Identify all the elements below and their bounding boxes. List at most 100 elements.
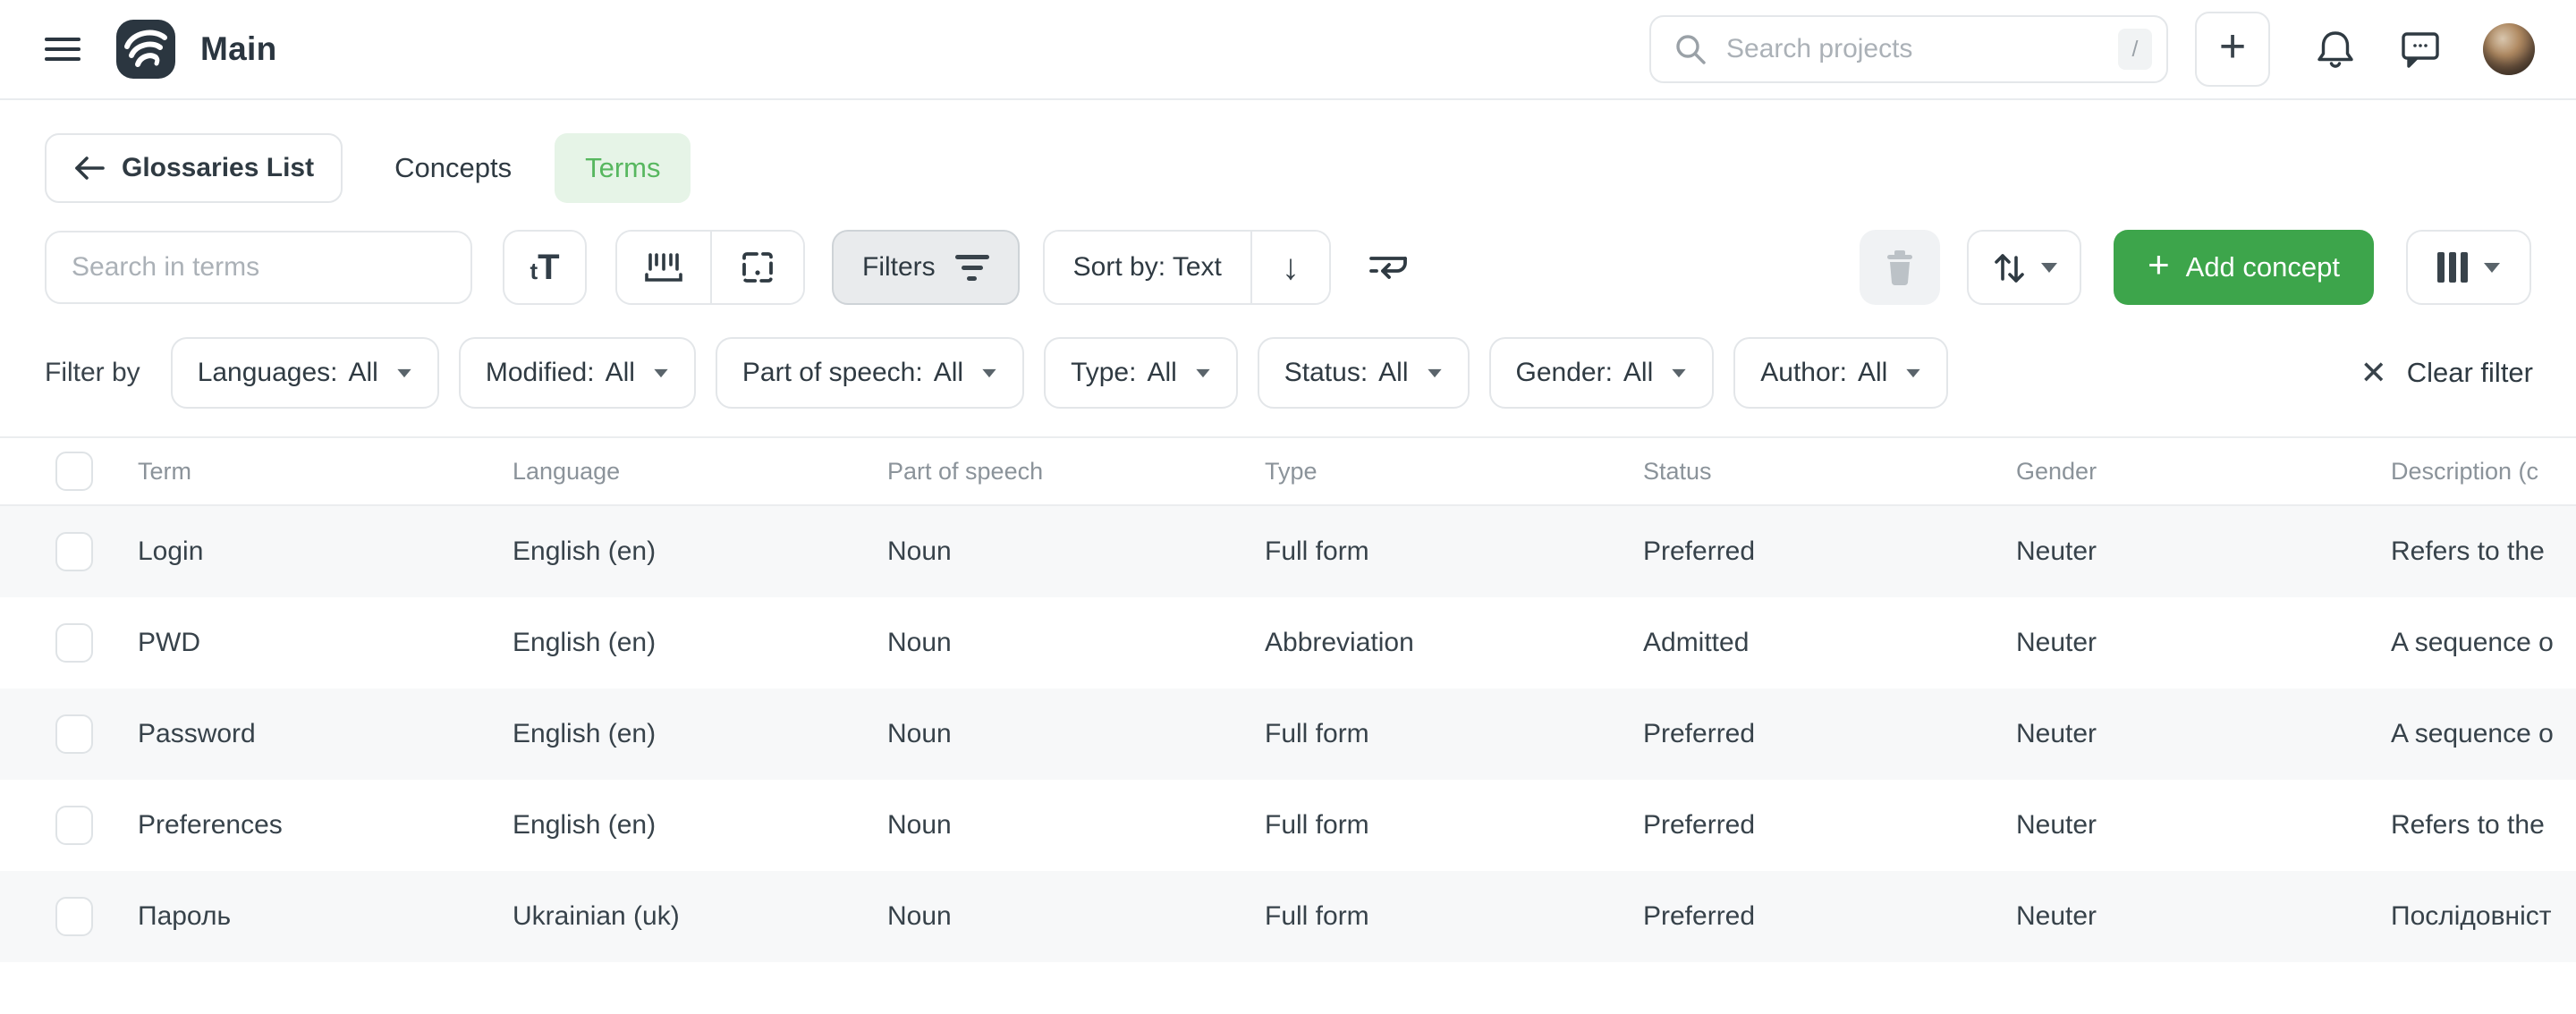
filter-modified[interactable]: Modified: All: [459, 337, 696, 409]
column-header-language[interactable]: Language: [513, 458, 887, 486]
glossary-tabs: Glossaries List Concepts Terms: [45, 132, 2576, 204]
cell-type: Full form: [1265, 537, 1643, 567]
chevron-down-icon: [654, 368, 667, 376]
filter-funnel-icon: [955, 255, 989, 281]
row-checkbox[interactable]: [55, 623, 93, 663]
cell-status: Preferred: [1643, 537, 2016, 567]
cell-part-of-speech: Noun: [887, 537, 1265, 567]
column-header-term[interactable]: Term: [138, 458, 513, 486]
chat-bubble-icon: [2399, 28, 2442, 71]
cell-gender: Neuter: [2016, 628, 2391, 658]
sort-direction-button[interactable]: ↓: [1250, 232, 1329, 303]
filters-button[interactable]: Filters: [832, 230, 1020, 305]
chevron-down-icon: [1196, 368, 1209, 376]
notifications-button[interactable]: [2315, 28, 2356, 71]
add-concept-button[interactable]: + Add concept: [2114, 230, 2374, 305]
row-checkbox[interactable]: [55, 532, 93, 571]
project-search[interactable]: /: [1649, 15, 2168, 83]
table-row[interactable]: Login English (en) Noun Full form Prefer…: [0, 506, 2576, 597]
filter-name: Type:: [1071, 358, 1136, 388]
filter-value: All: [349, 358, 378, 388]
delete-button-disabled[interactable]: [1860, 230, 1940, 305]
filter-author[interactable]: Author: All: [1733, 337, 1948, 409]
column-header-status[interactable]: Status: [1643, 458, 2016, 486]
filter-value: All: [1623, 358, 1653, 388]
terms-search-input[interactable]: [45, 231, 472, 304]
terms-table: Term Language Part of speech Type Status…: [0, 436, 2576, 962]
column-header-description[interactable]: Description (c: [2391, 458, 2576, 486]
column-header-part-of-speech[interactable]: Part of speech: [887, 458, 1265, 486]
table-row[interactable]: PWD English (en) Noun Abbreviation Admit…: [0, 597, 2576, 689]
chevron-down-icon: [2484, 263, 2500, 273]
filter-part-of-speech[interactable]: Part of speech: All: [716, 337, 1024, 409]
table-row[interactable]: Preferences English (en) Noun Full form …: [0, 780, 2576, 871]
clear-filter-button[interactable]: ✕ Clear filter: [2360, 357, 2533, 389]
messages-button[interactable]: [2399, 28, 2442, 71]
column-header-gender[interactable]: Gender: [2016, 458, 2391, 486]
cell-language: English (en): [513, 628, 887, 658]
table-header-row: Term Language Part of speech Type Status…: [0, 438, 2576, 506]
cell-status: Admitted: [1643, 628, 2016, 658]
plus-icon: +: [2148, 265, 2170, 270]
user-avatar[interactable]: [2483, 23, 2535, 75]
keyboard-shortcut-badge: /: [2118, 29, 2152, 70]
cell-gender: Neuter: [2016, 901, 2391, 932]
trash-icon: [1882, 248, 1918, 287]
chevron-down-icon: [397, 368, 411, 376]
search-icon: [1673, 31, 1708, 67]
select-all-checkbox[interactable]: [55, 452, 93, 491]
table-row[interactable]: Пароль Ukrainian (uk) Noun Full form Pre…: [0, 871, 2576, 962]
filter-by-label: Filter by: [45, 358, 140, 388]
arrow-down-icon: ↓: [1282, 248, 1300, 288]
match-case-button[interactable]: tT: [503, 230, 587, 305]
filter-gender[interactable]: Gender: All: [1489, 337, 1715, 409]
cell-description: Refers to the: [2391, 537, 2576, 567]
selection-frame-icon: [738, 248, 777, 287]
chevron-down-icon: [1907, 368, 1920, 376]
cell-term: Password: [138, 719, 513, 749]
cell-part-of-speech: Noun: [887, 628, 1265, 658]
table-row[interactable]: Password English (en) Noun Full form Pre…: [0, 689, 2576, 780]
cell-part-of-speech: Noun: [887, 901, 1265, 932]
chevron-down-icon: [1428, 368, 1441, 376]
filter-bar: Filter by Languages: All Modified: All P…: [45, 336, 2533, 410]
app-logo-icon[interactable]: [116, 20, 175, 79]
columns-settings-button[interactable]: [2406, 230, 2531, 305]
hamburger-menu-icon[interactable]: [45, 36, 80, 63]
wrap-text-button[interactable]: [1367, 249, 1410, 285]
filter-type[interactable]: Type: All: [1044, 337, 1238, 409]
sort-by-button[interactable]: Sort by: Text: [1045, 232, 1250, 303]
tab-concepts[interactable]: Concepts: [394, 152, 512, 184]
filter-value: All: [606, 358, 635, 388]
tab-terms[interactable]: Terms: [555, 133, 691, 203]
filter-name: Status:: [1284, 358, 1368, 388]
import-export-button[interactable]: [1967, 230, 2081, 305]
column-header-type[interactable]: Type: [1265, 458, 1643, 486]
columns-icon: [2437, 252, 2468, 283]
row-checkbox[interactable]: [55, 897, 93, 936]
filter-languages[interactable]: Languages: All: [171, 337, 439, 409]
add-concept-label: Add concept: [2186, 251, 2340, 283]
back-button-label: Glossaries List: [122, 153, 314, 183]
top-bar: Main / +: [0, 0, 2576, 100]
back-to-glossaries-button[interactable]: Glossaries List: [45, 133, 343, 203]
whole-phrase-button[interactable]: [617, 232, 710, 303]
filter-status[interactable]: Status: All: [1258, 337, 1470, 409]
filter-name: Author:: [1760, 358, 1847, 388]
project-search-input[interactable]: [1726, 34, 2118, 64]
filter-value: All: [1378, 358, 1408, 388]
filter-name: Gender:: [1516, 358, 1613, 388]
row-checkbox[interactable]: [55, 714, 93, 754]
cell-gender: Neuter: [2016, 719, 2391, 749]
cell-status: Preferred: [1643, 810, 2016, 841]
exact-match-button[interactable]: [710, 232, 803, 303]
cell-description: Refers to the: [2391, 810, 2576, 841]
row-checkbox[interactable]: [55, 806, 93, 845]
cell-gender: Neuter: [2016, 810, 2391, 841]
back-arrow-icon: [73, 155, 106, 182]
create-new-button[interactable]: +: [2195, 12, 2270, 87]
cell-part-of-speech: Noun: [887, 719, 1265, 749]
cell-description: A sequence o: [2391, 719, 2576, 749]
cell-type: Abbreviation: [1265, 628, 1643, 658]
terms-toolbar: tT Fi: [45, 229, 2531, 306]
